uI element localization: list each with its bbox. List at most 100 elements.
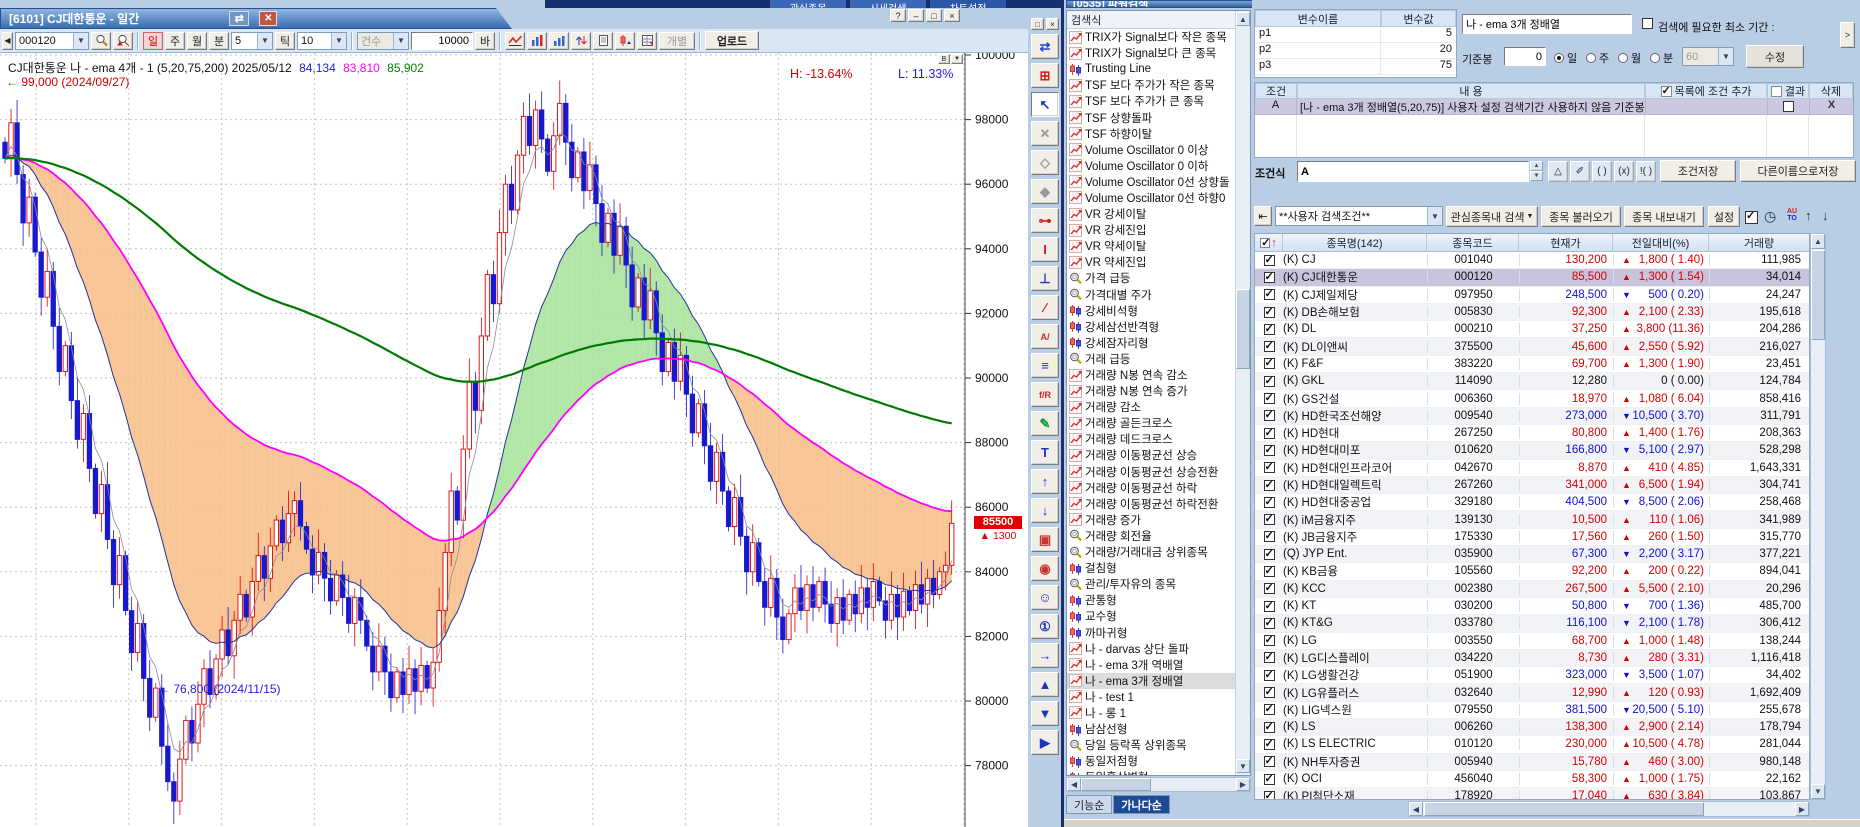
stock-checkbox[interactable] xyxy=(1264,272,1275,283)
chart-plot-area[interactable]: 1000009800096000940009200090000880008600… xyxy=(0,53,1028,827)
page-setup-icon[interactable] xyxy=(593,32,613,50)
stock-checkbox[interactable] xyxy=(1264,428,1275,439)
radio-day[interactable]: 일 xyxy=(1554,50,1577,66)
close-icon[interactable]: ✕ xyxy=(259,11,277,26)
search-formula-item[interactable]: 나 - test 1 xyxy=(1067,689,1236,705)
stock-checkbox[interactable] xyxy=(1264,531,1275,542)
stock-row[interactable]: (K) LIG넥스원079550381,500▼20,500 ( 5.10)25… xyxy=(1255,702,1809,719)
search-formula-item[interactable]: 거래량 이동평균선 상승 xyxy=(1067,447,1236,463)
stock-checkbox[interactable] xyxy=(1264,324,1275,335)
search-formula-item[interactable]: VR 약세이탈 xyxy=(1067,238,1236,254)
select-all-header[interactable]: ↑ xyxy=(1255,234,1283,251)
radio-minute[interactable]: 분 xyxy=(1650,50,1673,66)
scroll-right-icon[interactable]: ▶ xyxy=(1795,802,1809,816)
circle-marker-icon[interactable]: ◉ xyxy=(1031,556,1059,581)
realtime-checkbox[interactable] xyxy=(1745,211,1758,224)
stock-row[interactable]: (K) KT03020050,800▼700 ( 1.36)485,700 xyxy=(1255,598,1809,615)
search-formula-item[interactable]: 교수형 xyxy=(1067,608,1236,624)
stock-checkbox[interactable] xyxy=(1264,774,1275,785)
table-hscrollbar[interactable]: ◀ ▶ xyxy=(1408,801,1810,817)
candlestick-chart[interactable]: 1000009800096000940009200090000880008600… xyxy=(0,53,1028,827)
variable-row[interactable]: p15 xyxy=(1255,27,1456,43)
background-tab[interactable]: 관심종목 xyxy=(770,0,846,8)
arrow-up-tool-icon[interactable]: ↑ xyxy=(1031,469,1059,494)
zigzag-chart-icon[interactable] xyxy=(505,32,525,50)
chart-window-title-tab[interactable]: [6101] CJ대한통운 - 일간 ⇄ ✕ xyxy=(0,8,512,29)
smiley-marker-icon[interactable]: ☺ xyxy=(1031,585,1059,610)
search-formula-item[interactable]: 동일저점형 xyxy=(1067,753,1236,769)
search-formula-item[interactable]: TSF 보다 주가가 작은 종목 xyxy=(1067,77,1236,93)
stock-checkbox[interactable] xyxy=(1264,514,1275,525)
stock-row[interactable]: (K) LG00355068,700▲1,000 ( 1.48)138,244 xyxy=(1255,633,1809,650)
search-formula-item[interactable]: Volume Oscillator 0 이하 xyxy=(1067,158,1236,174)
minimize-button[interactable]: – xyxy=(908,9,924,22)
stock-row[interactable]: (K) GS건설00636018,970▲1,080 ( 6.04)858,41… xyxy=(1255,390,1809,407)
search-formula-item[interactable]: 거래량/거래대금 상위종목 xyxy=(1067,544,1236,560)
move-down-icon[interactable]: ↓ xyxy=(1822,208,1829,223)
stock-row[interactable]: (K) HD현대중공업329180404,500▼8,500 ( 2.06)25… xyxy=(1255,494,1809,511)
search-formula-item[interactable]: TSF 상향돌파 xyxy=(1067,109,1236,125)
search-formula-item[interactable]: 관리/투자유의 종목 xyxy=(1067,576,1236,592)
search-formula-item[interactable]: 강세잠자리형 xyxy=(1067,335,1236,351)
stock-checkbox[interactable] xyxy=(1264,289,1275,300)
search-formula-item[interactable]: TSF 보다 주가가 큰 종목 xyxy=(1067,93,1236,109)
stock-checkbox[interactable] xyxy=(1264,376,1275,387)
auto-icon[interactable]: AU TO xyxy=(1784,208,1800,222)
stock-checkbox[interactable] xyxy=(1264,255,1275,266)
number-marker-icon[interactable]: ① xyxy=(1031,614,1059,639)
stock-checkbox[interactable] xyxy=(1264,583,1275,594)
scroll-down-icon[interactable]: ▼ xyxy=(1236,759,1250,773)
variable-row[interactable]: p375 xyxy=(1255,59,1456,75)
data-grid-icon[interactable] xyxy=(637,32,657,50)
modify-button[interactable]: 수정 xyxy=(1746,45,1804,68)
stock-row[interactable]: (K) CJ대한통운00012085,500▲1,300 ( 1.54)34,0… xyxy=(1255,269,1809,286)
search-formula-item[interactable]: TRIX가 Signal보다 작은 종목 xyxy=(1067,29,1236,45)
stock-checkbox[interactable] xyxy=(1264,410,1275,421)
tick-combo[interactable]: 10▼ xyxy=(297,32,347,50)
not-paren-icon[interactable]: !( ) xyxy=(1636,161,1656,182)
stock-row[interactable]: (K) KB금융10556092,200▲200 ( 0.22)894,041 xyxy=(1255,563,1809,580)
search-formula-item[interactable]: 거래량 증가 xyxy=(1067,512,1236,528)
panel-maximize-button[interactable]: □ xyxy=(1031,18,1044,30)
stock-checkbox[interactable] xyxy=(1264,756,1275,767)
scroll-up-icon[interactable]: ▲ xyxy=(1236,12,1250,26)
search-formula-item[interactable]: 관통형 xyxy=(1067,592,1236,608)
chevron-down-icon[interactable]: ▼ xyxy=(331,33,346,49)
expression-spinner[interactable]: ▲▼ xyxy=(1530,161,1543,182)
search-formula-item[interactable]: Volume Oscillator 0선 하향0 xyxy=(1067,190,1236,206)
expression-input[interactable] xyxy=(1297,161,1529,182)
stock-row[interactable]: (K) JB금융지주17533017,560▲260 ( 1.50)315,77… xyxy=(1255,529,1809,546)
stock-row[interactable]: (K) CJ001040130,200▲1,800 ( 1.40)111,985 xyxy=(1255,252,1809,269)
screen-grid-icon[interactable]: ⊞ xyxy=(1031,63,1059,88)
chart-mini-dropdown-button[interactable]: ▼ xyxy=(951,54,963,64)
period-day-button[interactable]: 일 xyxy=(143,32,163,50)
scroll-left-icon[interactable]: ◀ xyxy=(1067,778,1081,791)
stock-row[interactable]: (K) PI첨단소재17892017,040▲630 ( 3.84)103,86… xyxy=(1255,788,1809,800)
search-formula-item[interactable]: 거래량 이동평균선 상승전환 xyxy=(1067,464,1236,480)
triangle-tool-icon[interactable]: △ xyxy=(1548,161,1568,182)
search-formula-item[interactable]: TRIX가 Signal보다 큰 종목 xyxy=(1067,45,1236,61)
stock-checkbox[interactable] xyxy=(1264,791,1275,800)
close-button[interactable]: × xyxy=(944,9,960,22)
column-header-price[interactable]: 현재가 xyxy=(1519,234,1613,251)
search-formula-item[interactable]: 남삼선형 xyxy=(1067,721,1236,737)
stock-checkbox[interactable] xyxy=(1264,393,1275,404)
column-header-code[interactable]: 종목코드 xyxy=(1427,234,1519,251)
text-slash-icon[interactable]: A/ xyxy=(1031,324,1059,349)
triangle-up-icon[interactable]: ▲ xyxy=(1031,672,1059,697)
scroll-right-icon[interactable]: ▶ xyxy=(1236,778,1250,791)
min-period-checkbox[interactable] xyxy=(1642,18,1653,29)
baseline-icon[interactable]: ⊥ xyxy=(1031,266,1059,291)
stock-checkbox[interactable] xyxy=(1264,341,1275,352)
stock-row[interactable]: (K) GKL11409012,2800 ( 0.00)124,784 xyxy=(1255,373,1809,390)
erase-expression-icon[interactable]: ✐ xyxy=(1570,161,1590,182)
search-list-scrollbar[interactable]: ▲ ▼ xyxy=(1235,11,1250,775)
stock-row[interactable]: (K) HD현대26725080,800▲1,400 ( 1.76)208,36… xyxy=(1255,425,1809,442)
delete-condition-button[interactable]: X xyxy=(1809,99,1853,114)
stock-checkbox[interactable] xyxy=(1264,739,1275,750)
user-condition-combo[interactable]: **사용자 검색조건**▼ xyxy=(1275,206,1443,226)
stock-checkbox[interactable] xyxy=(1264,462,1275,473)
upload-button[interactable]: 업로드 xyxy=(705,31,759,50)
search-formula-item[interactable]: 거래량 N봉 연속 증가 xyxy=(1067,383,1236,399)
link-icon[interactable]: ⇄ xyxy=(229,11,249,26)
